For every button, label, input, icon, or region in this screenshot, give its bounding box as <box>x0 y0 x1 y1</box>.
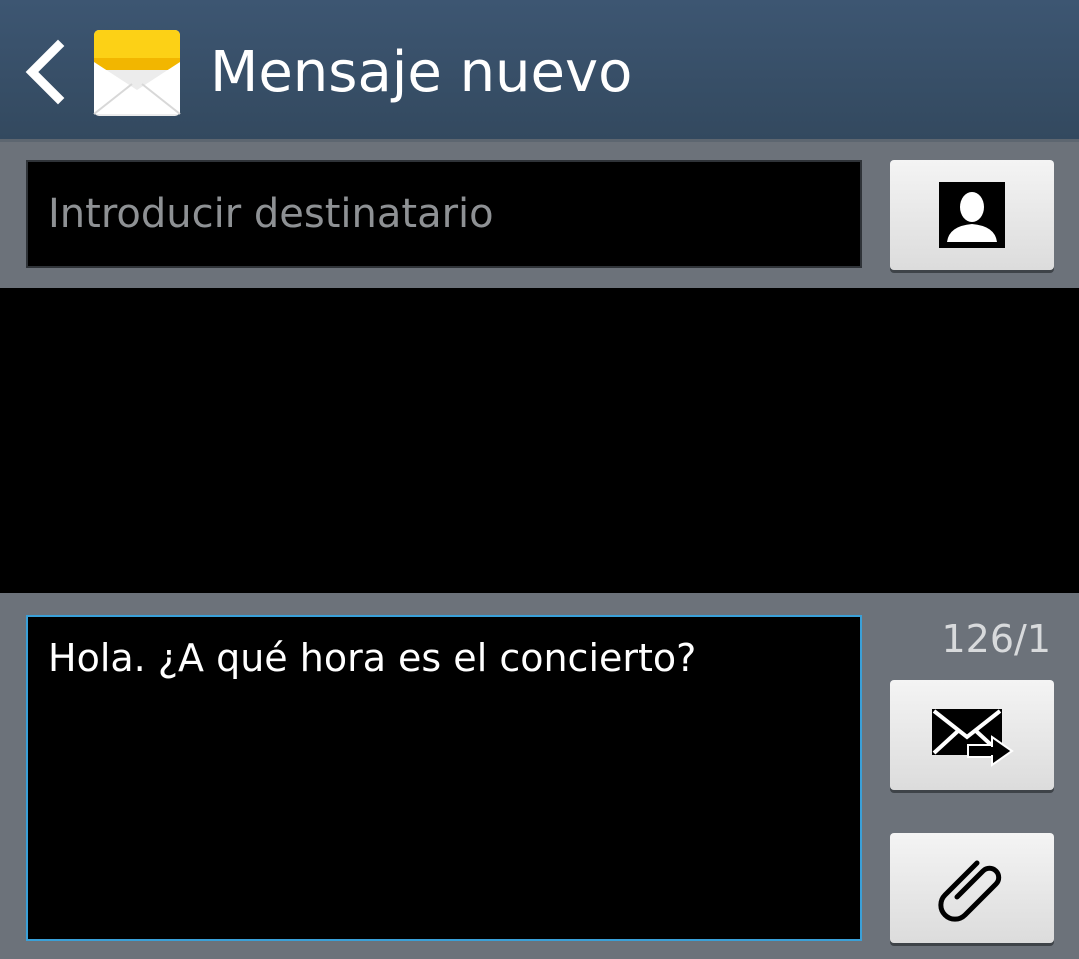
character-counter: 126/1 <box>941 617 1051 661</box>
chevron-left-icon <box>25 39 65 105</box>
app-header: Mensaje nuevo <box>0 0 1079 142</box>
message-thread <box>0 288 1079 593</box>
message-input[interactable]: Hola. ¿A qué hora es el concierto? <box>26 615 862 941</box>
contact-icon <box>939 182 1005 248</box>
contacts-button[interactable] <box>890 160 1054 270</box>
envelope-icon <box>93 30 181 116</box>
page-title: Mensaje nuevo <box>210 40 633 105</box>
recipient-input[interactable] <box>26 160 862 268</box>
send-message-icon <box>932 709 1014 767</box>
attach-button[interactable] <box>890 833 1054 943</box>
back-button[interactable] <box>18 36 74 108</box>
send-button[interactable] <box>890 680 1054 790</box>
paperclip-icon <box>938 860 1002 922</box>
compose-bar: Hola. ¿A qué hora es el concierto? 126/1 <box>0 593 1079 959</box>
